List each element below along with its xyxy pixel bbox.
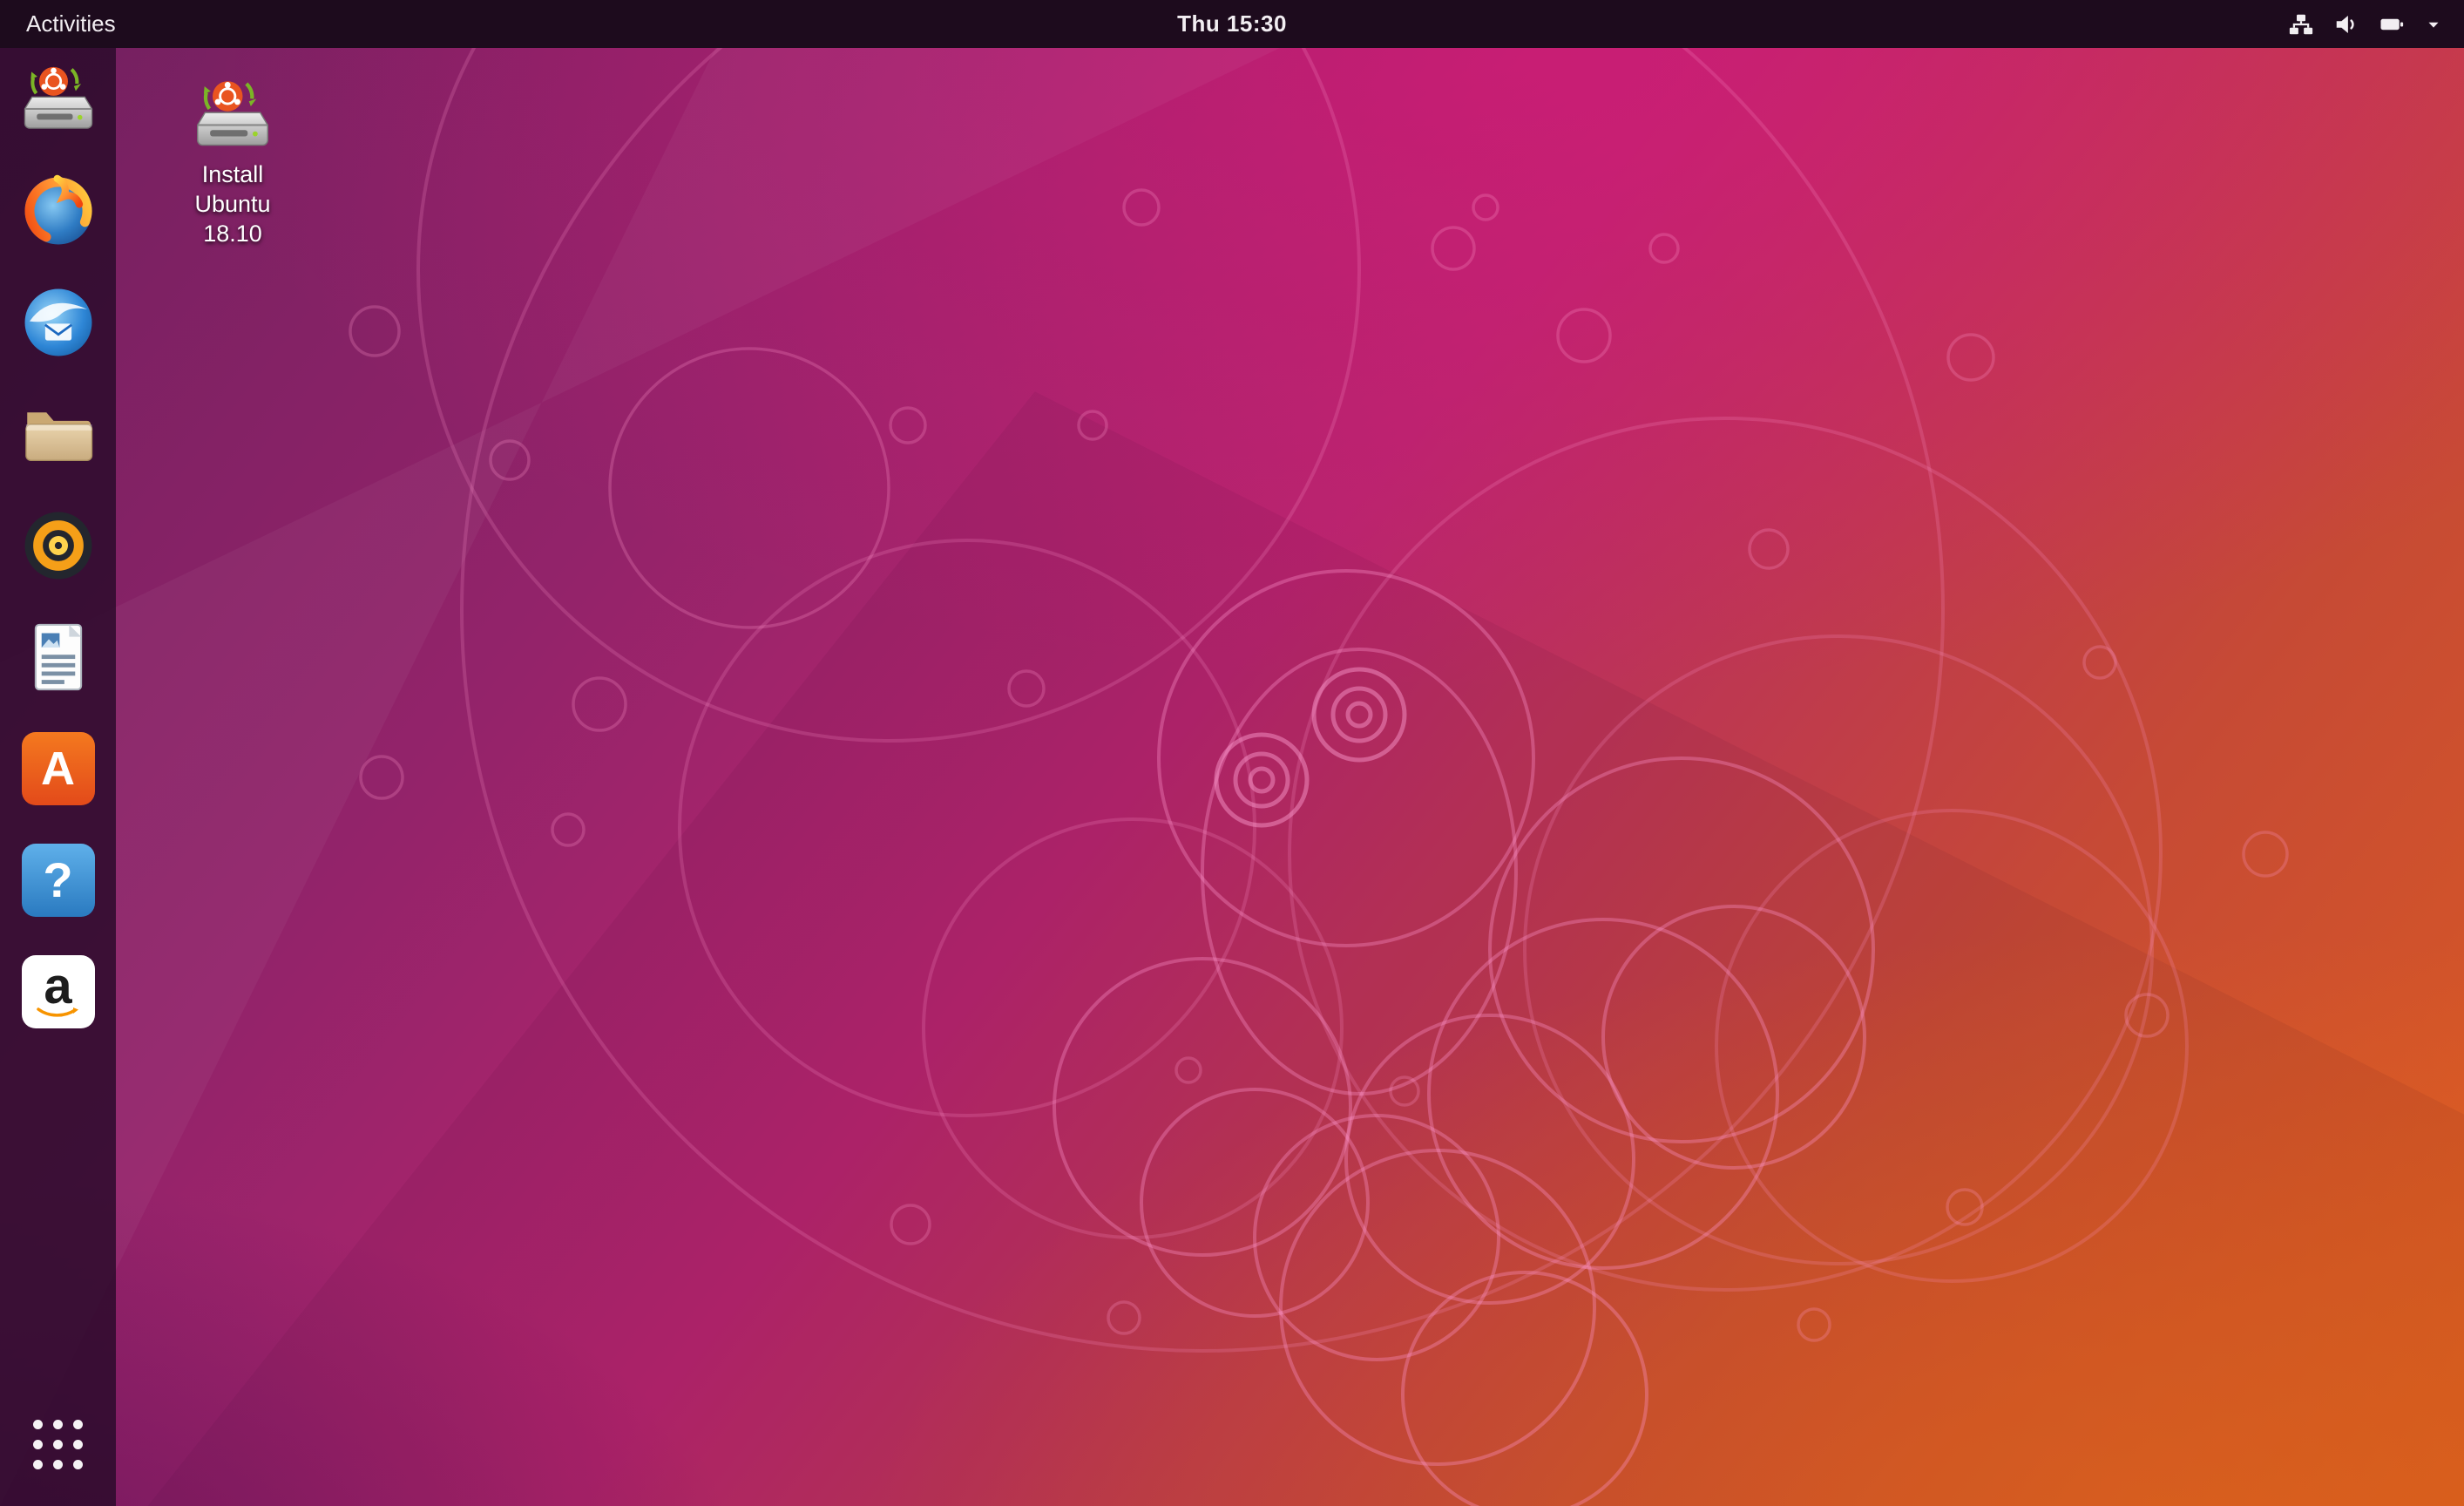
amazon-smile-icon xyxy=(36,1007,78,1017)
wallpaper-cuttlefish-art xyxy=(349,0,2289,1506)
clock[interactable]: Thu 15:30 xyxy=(1177,0,1287,48)
dock-item-files[interactable] xyxy=(17,395,100,473)
thunderbird-icon xyxy=(20,284,97,361)
dock-item-install-ubuntu[interactable] xyxy=(17,60,100,139)
dock-item-thunderbird[interactable] xyxy=(17,283,100,362)
dock-item-ubuntu-software[interactable]: A xyxy=(17,729,100,808)
rhythmbox-icon xyxy=(20,507,97,584)
activities-button[interactable]: Activities xyxy=(14,0,128,48)
show-applications-button[interactable] xyxy=(17,1405,100,1483)
amazon-glyph: a xyxy=(44,958,72,1015)
dock-item-rhythmbox[interactable] xyxy=(17,506,100,585)
dock-item-firefox[interactable] xyxy=(17,172,100,250)
help-glyph: ? xyxy=(43,852,73,907)
desktop-icon-install-ubuntu[interactable]: Install Ubuntu 18.10 xyxy=(164,75,301,248)
battery-icon xyxy=(2380,18,2404,30)
system-tray[interactable] xyxy=(2279,0,2452,48)
help-icon: ? xyxy=(21,844,95,917)
show-applications-icon xyxy=(33,1419,83,1469)
install-ubuntu-icon xyxy=(20,61,97,138)
firefox-icon xyxy=(20,173,97,249)
volume-icon xyxy=(2336,15,2354,33)
desktop-screen: Install Ubuntu 18.10 Activities Thu 15:3… xyxy=(0,0,2464,1506)
dock-item-help[interactable]: ? xyxy=(17,841,100,919)
dock-item-amazon[interactable]: a xyxy=(17,953,100,1031)
desktop-wallpaper: Install Ubuntu 18.10 xyxy=(0,0,2464,1506)
dock: A ? a xyxy=(0,48,116,1506)
install-ubuntu-icon xyxy=(193,75,273,155)
amazon-icon: a xyxy=(21,955,95,1028)
chevron-down-icon xyxy=(2428,22,2439,28)
top-bar: Activities Thu 15:30 xyxy=(0,0,2464,48)
desktop-icon-label: Install Ubuntu 18.10 xyxy=(194,161,271,247)
wallpaper-facet xyxy=(147,391,2464,1506)
network-icon xyxy=(2289,14,2313,34)
wallpaper-facet xyxy=(0,0,1380,1506)
ubuntu-software-glyph: A xyxy=(41,743,75,795)
dock-item-libreoffice-writer[interactable] xyxy=(17,618,100,696)
ubuntu-software-icon: A xyxy=(21,732,95,805)
files-icon xyxy=(20,396,97,472)
libreoffice-writer-icon xyxy=(20,619,97,695)
